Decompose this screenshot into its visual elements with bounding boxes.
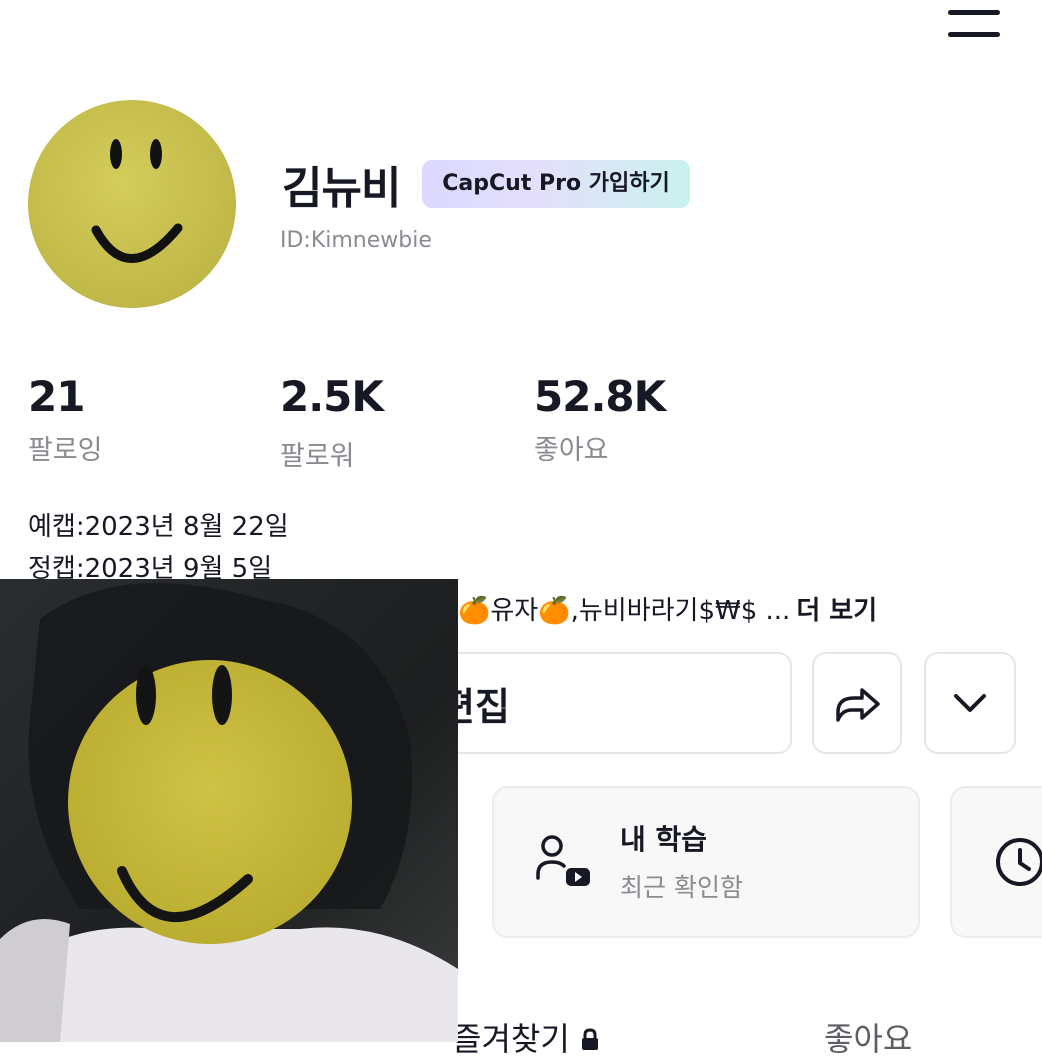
stat-value: 2.5K — [280, 372, 384, 421]
blurred-face-photo — [0, 579, 458, 1042]
my-learning-card[interactable] — [492, 786, 920, 938]
share-button[interactable] — [812, 652, 902, 754]
stat-likes[interactable]: 52.8K 좋아요 — [534, 372, 714, 472]
stat-value: 21 — [28, 372, 85, 421]
stat-value: 52.8K — [534, 372, 666, 421]
tab-favorites[interactable]: 즐겨찾기 — [452, 1014, 600, 1060]
bio-text: 🍊유자🍊,뉴비바라기$₩$ ... — [458, 596, 791, 626]
smiley-face-avatar-icon — [28, 100, 236, 308]
more-options-button[interactable] — [924, 652, 1016, 754]
stat-followers[interactable]: 2.5K 팔로워 — [280, 372, 440, 472]
user-id: ID:Kimnewbie — [280, 228, 432, 253]
hamburger-menu-icon[interactable] — [946, 8, 1002, 38]
username: 김뉴비 — [282, 163, 401, 214]
share-arrow-icon — [836, 688, 880, 722]
bio-line: 예캡:2023년 8월 22일 — [28, 512, 289, 542]
avatar[interactable] — [28, 100, 236, 308]
clock-icon — [996, 838, 1042, 886]
history-card[interactable] — [950, 786, 1042, 938]
bio-truncated: 🍊유자🍊,뉴비바라기$₩$ ... 더 보기 — [458, 590, 877, 627]
stat-label: 좋아요 — [534, 435, 609, 466]
card-title: 내 학습 — [620, 823, 708, 856]
stat-label: 팔로워 — [280, 441, 355, 472]
chevron-down-icon — [954, 694, 986, 712]
stat-label: 팔로잉 — [28, 435, 103, 466]
more-link[interactable]: 더 보기 — [796, 596, 877, 626]
lock-icon — [581, 1028, 598, 1050]
tab-label: 즐겨찾기 — [452, 1020, 570, 1058]
overlay-photo — [0, 579, 458, 1042]
card-subtitle: 최근 확인함 — [620, 873, 743, 902]
capcut-pro-badge[interactable]: CapCut Pro 가입하기 — [422, 160, 690, 208]
stat-following[interactable]: 21 팔로잉 — [28, 372, 168, 472]
tab-likes[interactable]: 좋아요 — [824, 1014, 912, 1060]
person-play-icon — [536, 835, 590, 886]
